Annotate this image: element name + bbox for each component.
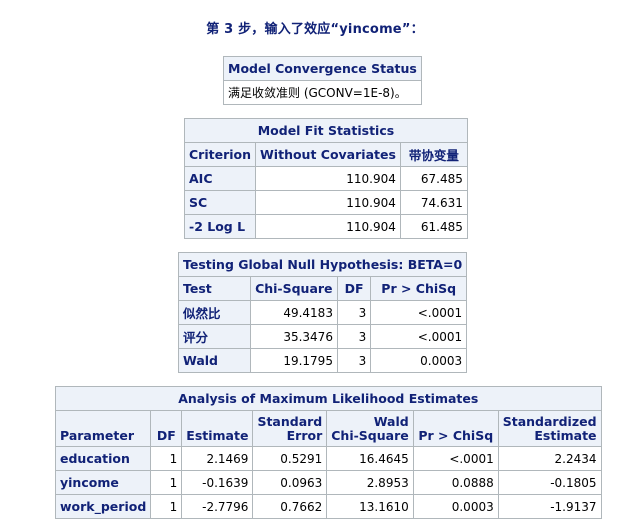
fit-row-label: SC bbox=[183, 190, 257, 215]
mle-header-wald: Wald Chi-Square bbox=[326, 410, 414, 447]
gn-df-value: 3 bbox=[336, 324, 372, 349]
table-row: SC 110.904 74.631 bbox=[183, 190, 468, 215]
table-row: Wald 19.1795 3 0.0003 bbox=[178, 348, 468, 373]
convergence-status-table: Model Convergence Status 满足收敛准则 (GCONV=1… bbox=[223, 56, 422, 105]
fit-without-value: 110.904 bbox=[255, 214, 401, 239]
mle-header-parameter-text: Parameter bbox=[60, 428, 134, 443]
mle-header-df: DF bbox=[150, 410, 183, 447]
mle-chisq-value: 2.8953 bbox=[326, 470, 414, 495]
mle-header-se-line2: Error bbox=[286, 428, 323, 443]
mle-header-parameter: Parameter bbox=[54, 410, 152, 447]
gn-row-label: 似然比 bbox=[178, 300, 251, 325]
mle-header-std: Standardized Estimate bbox=[497, 410, 602, 447]
mle-header-p: Pr > ChiSq bbox=[412, 410, 499, 447]
mle-p-value: <.0001 bbox=[412, 446, 499, 471]
fit-with-value: 74.631 bbox=[399, 190, 468, 215]
fit-with-value: 61.485 bbox=[399, 214, 468, 239]
gn-header-test: Test bbox=[178, 276, 251, 301]
mle-p-value: 0.0888 bbox=[412, 470, 499, 495]
gn-df-value: 3 bbox=[336, 300, 372, 325]
mle-header-wald-line1: Wald bbox=[373, 414, 409, 429]
fit-row-label: -2 Log L bbox=[183, 214, 257, 239]
fit-with-value: 67.485 bbox=[399, 166, 468, 191]
gn-header-p: Pr > ChiSq bbox=[370, 276, 468, 301]
table-row: work_period 1 -2.7796 0.7662 13.1610 0.0… bbox=[54, 494, 602, 519]
gn-p-value: 0.0003 bbox=[370, 348, 468, 373]
table-row: -2 Log L 110.904 61.485 bbox=[183, 214, 468, 239]
global-null-caption: Testing Global Null Hypothesis: BETA=0 bbox=[177, 252, 468, 277]
mle-header-estimate: Estimate bbox=[181, 410, 254, 447]
mle-df-value: 1 bbox=[150, 470, 183, 495]
gn-p-value: <.0001 bbox=[370, 300, 468, 325]
mle-p-value: 0.0003 bbox=[412, 494, 499, 519]
mle-caption: Analysis of Maximum Likelihood Estimates bbox=[55, 386, 602, 411]
global-null-hypothesis-table: Testing Global Null Hypothesis: BETA=0 T… bbox=[177, 252, 468, 373]
mle-header-se: Standard Error bbox=[252, 410, 328, 447]
mle-header-p-text: Pr > ChiSq bbox=[418, 428, 494, 443]
mle-se-value: 0.0963 bbox=[252, 470, 328, 495]
mle-std-value: -0.1805 bbox=[497, 470, 602, 495]
convergence-caption: Model Convergence Status bbox=[223, 56, 422, 81]
fit-header-with: 带协变量 bbox=[399, 142, 468, 167]
mle-param-label: education bbox=[54, 446, 152, 471]
mle-param-label: yincome bbox=[54, 470, 152, 495]
mle-se-value: 0.7662 bbox=[252, 494, 328, 519]
mle-estimate-value: -2.7796 bbox=[181, 494, 254, 519]
fit-header-without: Without Covariates bbox=[255, 142, 401, 167]
mle-header-estimate-text: Estimate bbox=[186, 428, 249, 443]
fit-header-criterion: Criterion bbox=[183, 142, 257, 167]
mle-header-se-line1: Standard bbox=[257, 414, 323, 429]
mle-std-value: 2.2434 bbox=[497, 446, 602, 471]
mle-estimate-value: 2.1469 bbox=[181, 446, 254, 471]
mle-header-df-text: DF bbox=[156, 428, 176, 443]
gn-chisq-value: 19.1795 bbox=[249, 348, 338, 373]
mle-header-std-line1: Standardized bbox=[502, 414, 597, 429]
gn-header-df: DF bbox=[336, 276, 372, 301]
convergence-message: 满足收敛准则 (GCONV=1E-8)。 bbox=[223, 80, 422, 105]
gn-row-label: 评分 bbox=[178, 324, 251, 349]
table-row: education 1 2.1469 0.5291 16.4645 <.0001… bbox=[54, 446, 602, 471]
fit-row-label: AIC bbox=[183, 166, 257, 191]
mle-estimate-value: -0.1639 bbox=[181, 470, 254, 495]
table-row: yincome 1 -0.1639 0.0963 2.8953 0.0888 -… bbox=[54, 470, 602, 495]
gn-df-value: 3 bbox=[336, 348, 372, 373]
gn-row-label: Wald bbox=[178, 348, 251, 373]
mle-header-wald-line2: Chi-Square bbox=[331, 428, 409, 443]
mle-std-value: -1.9137 bbox=[497, 494, 602, 519]
mle-estimates-table: Analysis of Maximum Likelihood Estimates… bbox=[54, 386, 602, 519]
table-row: 似然比 49.4183 3 <.0001 bbox=[178, 300, 468, 325]
gn-chisq-value: 35.3476 bbox=[249, 324, 338, 349]
table-row: 评分 35.3476 3 <.0001 bbox=[178, 324, 468, 349]
gn-chisq-value: 49.4183 bbox=[249, 300, 338, 325]
fit-without-value: 110.904 bbox=[255, 190, 401, 215]
model-fit-statistics-table: Model Fit Statistics Criterion Without C… bbox=[183, 118, 468, 239]
mle-header-std-line2: Estimate bbox=[534, 428, 597, 443]
mle-se-value: 0.5291 bbox=[252, 446, 328, 471]
table-row: AIC 110.904 67.485 bbox=[183, 166, 468, 191]
mle-param-label: work_period bbox=[54, 494, 152, 519]
mle-df-value: 1 bbox=[150, 446, 183, 471]
fit-without-value: 110.904 bbox=[255, 166, 401, 191]
step-title: 第 3 步，输入了效应“yincome”： bbox=[206, 22, 424, 37]
gn-header-chisq: Chi-Square bbox=[249, 276, 338, 301]
mle-df-value: 1 bbox=[150, 494, 183, 519]
fit-stats-caption: Model Fit Statistics bbox=[184, 118, 468, 143]
gn-p-value: <.0001 bbox=[370, 324, 468, 349]
mle-chisq-value: 16.4645 bbox=[326, 446, 414, 471]
mle-chisq-value: 13.1610 bbox=[326, 494, 414, 519]
